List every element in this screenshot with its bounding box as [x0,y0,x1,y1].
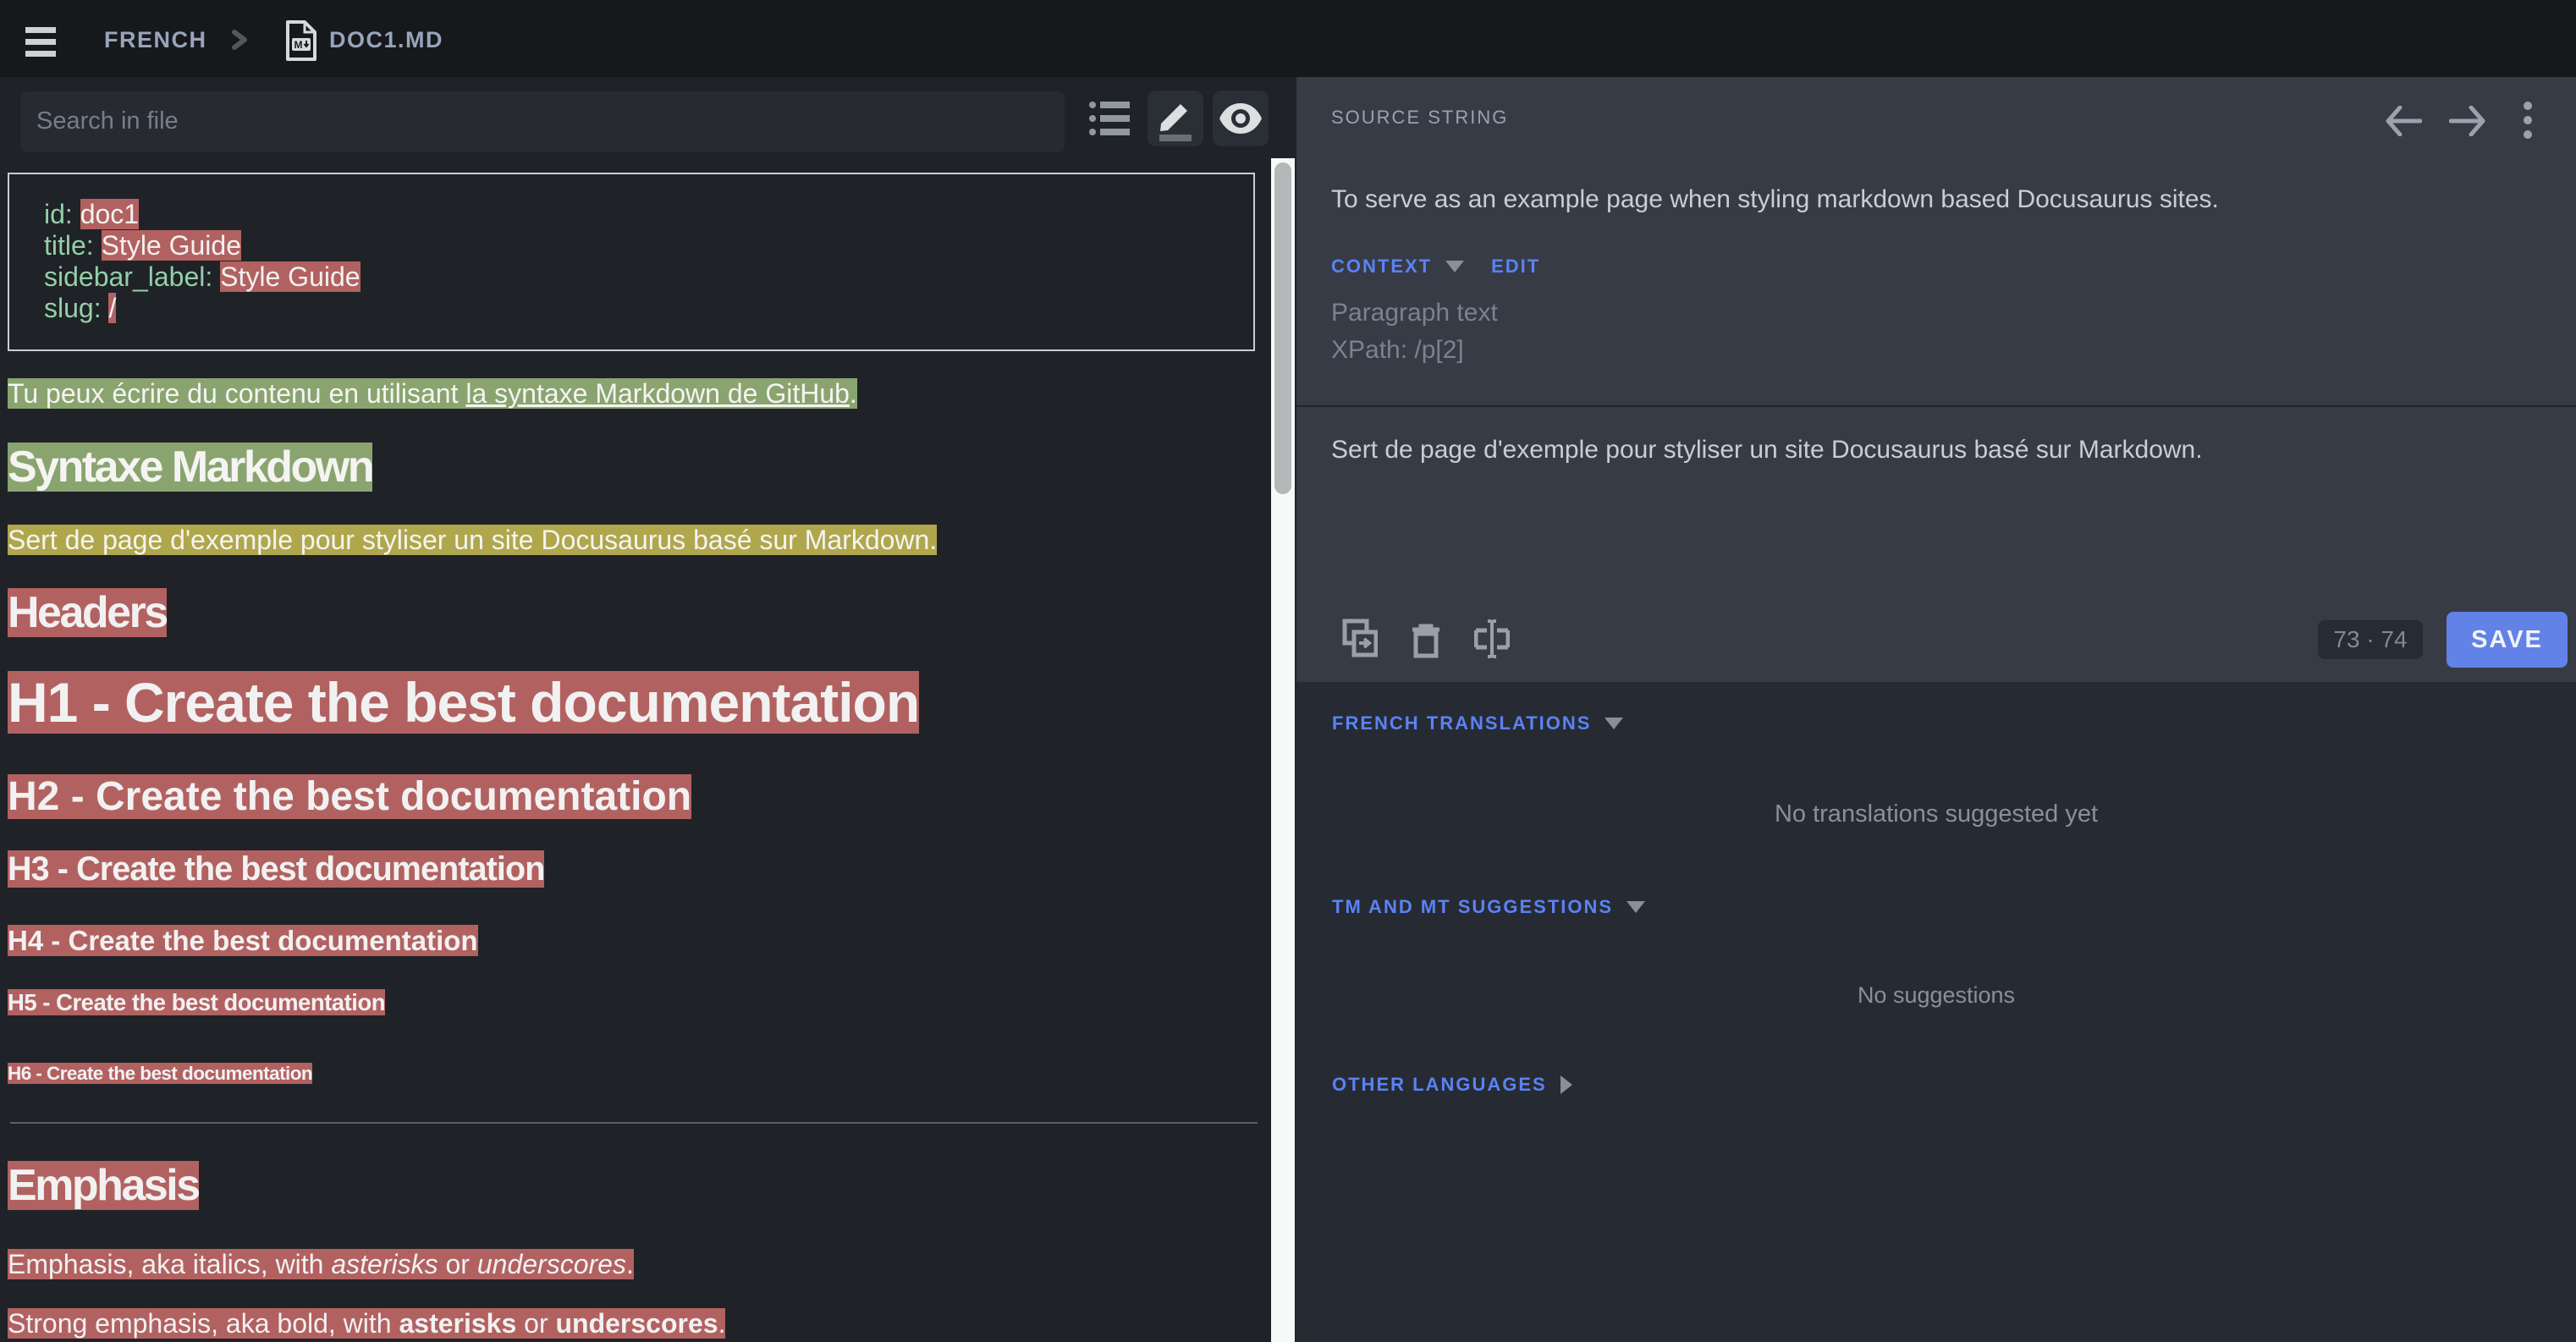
svg-text:M: M [294,39,303,51]
